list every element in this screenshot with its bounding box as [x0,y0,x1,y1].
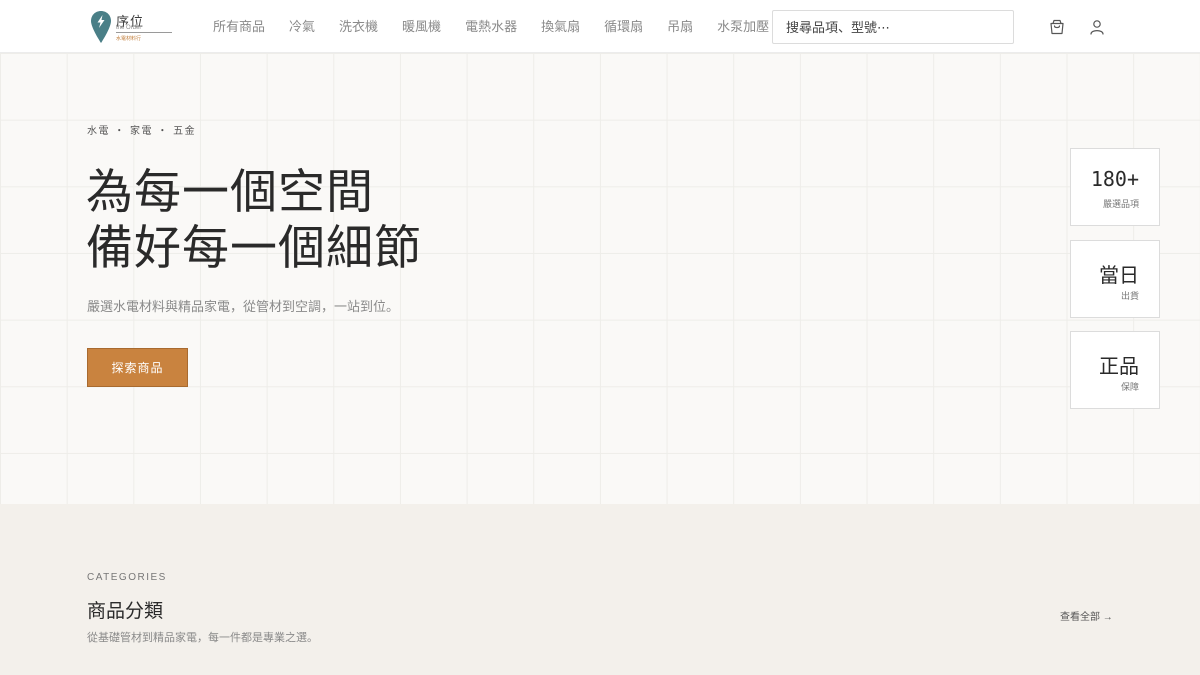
hero-headline-line-1: 為每一個空間 [86,165,374,220]
categories-eyebrow: CATEGORIES [87,572,167,583]
hero-eyebrow: 水電 ・ 家電 ・ 五金 [87,126,197,137]
hero-headline: 為每一個空間 備好每一個細節 [86,165,422,277]
logo-brand-subtitle: 水電材料行 [116,36,142,42]
user-icon[interactable] [1088,18,1106,36]
stat-card-shipping: 當日 出貨 [1070,240,1160,318]
stat-value: 正品 [1099,354,1139,378]
stat-value: 當日 [1099,263,1139,287]
search-input[interactable] [772,10,1014,44]
explore-products-button[interactable]: 探索商品 [87,348,188,387]
categories-section: CATEGORIES 商品分類 從基礎管材到精品家電，每一件都是專業之選。 查看… [0,504,1200,675]
site-header: 序位 the Order 水電材料行 所有商品 冷氣 洗衣機 暖風機 電熱水器 … [0,0,1200,53]
stat-card-items: 180+ 嚴選品項 [1070,148,1160,226]
cart-icon[interactable] [1048,18,1066,36]
nav-item-ceiling-fan[interactable]: 吊扇 [667,19,693,35]
main-nav: 所有商品 冷氣 洗衣機 暖風機 電熱水器 換氣扇 循環扇 吊扇 水泵加壓 [213,19,793,35]
view-all-link[interactable]: 查看全部 → [1060,608,1113,623]
stat-card-genuine: 正品 保障 [1070,331,1160,409]
hero-subline: 嚴選水電材料與精品家電，從管材到空調，一站到位。 [87,299,400,314]
location-pin-logo-icon [91,11,111,43]
logo-divider [116,32,172,33]
hero-headline-line-2: 備好每一個細節 [86,221,422,276]
categories-subtitle: 從基礎管材到精品家電，每一件都是專業之選。 [87,632,318,644]
nav-item-all-products[interactable]: 所有商品 [213,19,265,35]
logo[interactable]: 序位 the Order 水電材料行 [90,10,180,46]
logo-brand-english: the Order [116,25,142,31]
stat-label: 保障 [1120,382,1139,392]
nav-item-bathroom-heater[interactable]: 暖風機 [402,19,441,35]
stat-label: 出貨 [1120,291,1139,301]
stat-label: 嚴選品項 [1102,199,1139,209]
stat-value: 180+ [1090,167,1139,191]
nav-item-water-heater[interactable]: 電熱水器 [465,19,517,35]
nav-item-water-pump[interactable]: 水泵加壓 [717,19,769,35]
nav-item-ventilation-fan[interactable]: 換氣扇 [541,19,580,35]
nav-item-washing-machine[interactable]: 洗衣機 [339,19,378,35]
nav-item-air-conditioner[interactable]: 冷氣 [289,19,315,35]
hero-section: 水電 ・ 家電 ・ 五金 為每一個空間 備好每一個細節 嚴選水電材料與精品家電，… [0,53,1200,504]
nav-item-circulation-fan[interactable]: 循環扇 [604,19,643,35]
categories-title: 商品分類 [87,600,164,622]
